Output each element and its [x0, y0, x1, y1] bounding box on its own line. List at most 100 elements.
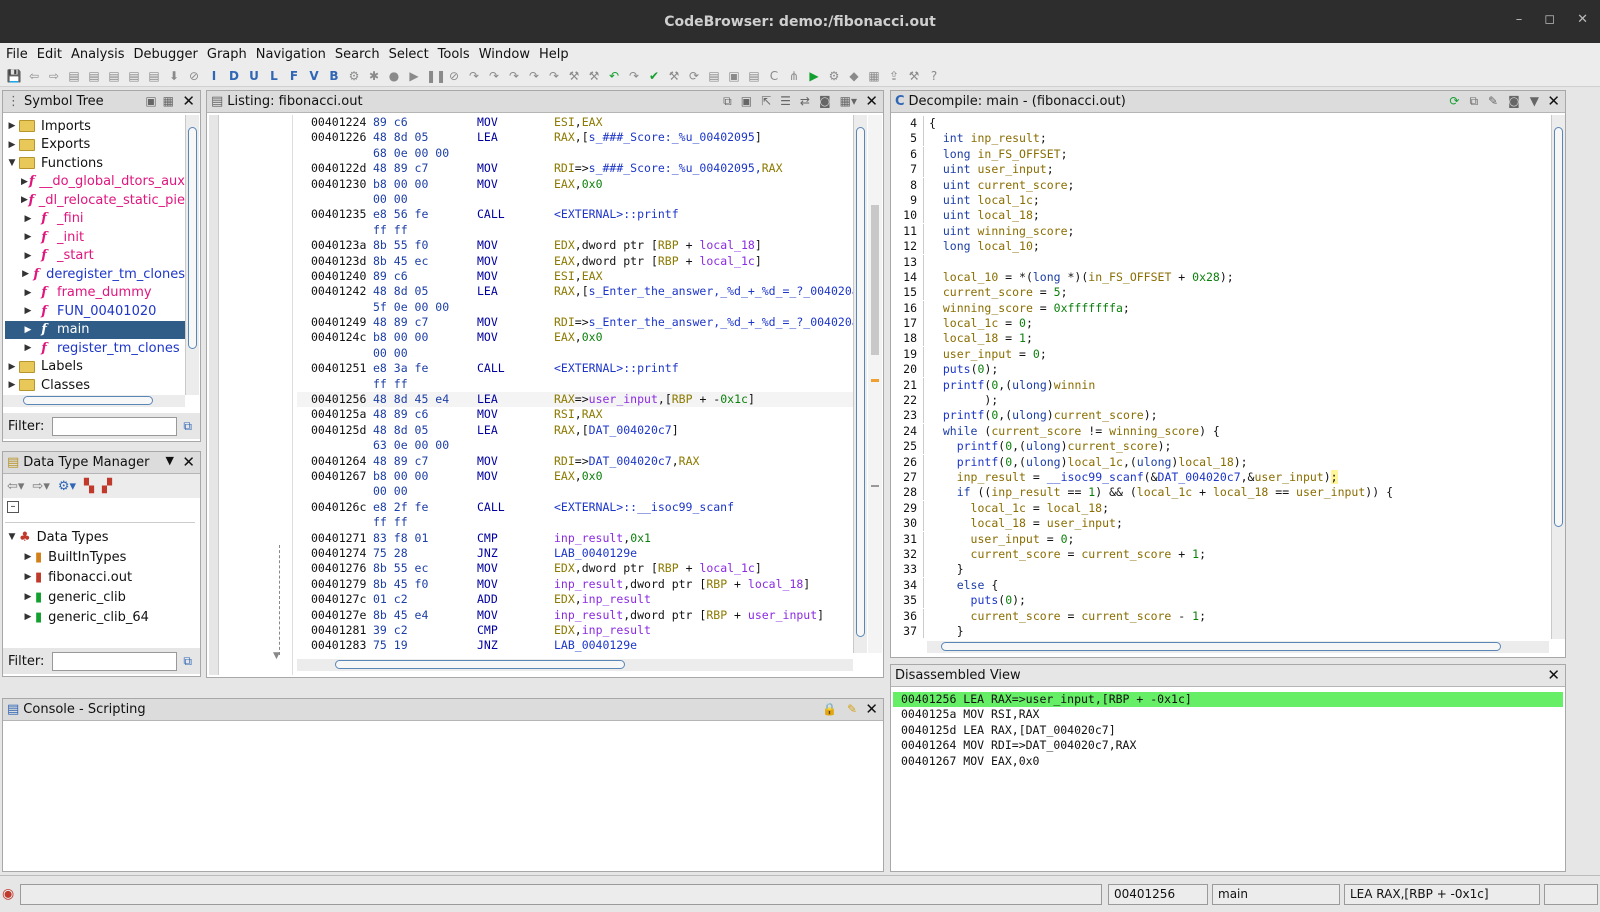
- decompile-line[interactable]: 23 printf(0,(ulong)current_score);: [893, 408, 1550, 424]
- bug-icon[interactable]: ✱: [366, 68, 382, 84]
- close-listing-button[interactable]: ✕: [865, 92, 878, 110]
- tool-icon[interactable]: ⚒: [666, 68, 682, 84]
- listing-line[interactable]: 0040123a 8b 55 f0 MOV EDX,dword ptr [RBP + …: [297, 238, 853, 253]
- menu-select[interactable]: Select: [389, 47, 429, 62]
- dtm-item-generic-clib-64[interactable]: ▶ ▮ generic_clib_64: [5, 607, 195, 627]
- symbol-tree-item-exports[interactable]: ▶ Exports: [5, 136, 185, 155]
- doc-icon[interactable]: ▤: [106, 68, 122, 84]
- close-console-button[interactable]: ✕: [865, 700, 878, 718]
- expand-icon[interactable]: ▶: [21, 251, 35, 261]
- tool-icon[interactable]: ⚒: [906, 68, 922, 84]
- listing-line[interactable]: 68 0e 00 00: [297, 146, 853, 161]
- decompile-line[interactable]: 11 uint winning_score;: [893, 223, 1550, 239]
- tool-icon[interactable]: ⚒: [586, 68, 602, 84]
- expand-icon[interactable]: ▶: [21, 572, 35, 582]
- listing-line[interactable]: 00401256 48 8d 45 e4 LEA RAX=>user_input,[R…: [297, 392, 853, 408]
- undo-icon[interactable]: ↶: [606, 68, 622, 84]
- listing-line[interactable]: 00401276 8b 55 ec MOV EDX,dword ptr [RBP + …: [297, 561, 853, 576]
- decompile-line[interactable]: 36 current_score = current_score - 1;: [893, 608, 1550, 624]
- decompile-line[interactable]: 37 }: [893, 623, 1550, 638]
- diamond-icon[interactable]: ◆: [846, 68, 862, 84]
- step-icon[interactable]: ↷: [546, 68, 562, 84]
- listing-line[interactable]: 00401251 e8 3a fe CALL <EXTERNAL>::printf: [297, 361, 853, 376]
- menu-help[interactable]: Help: [539, 47, 569, 62]
- step-icon[interactable]: ↷: [466, 68, 482, 84]
- decompile-line[interactable]: 4{: [893, 116, 1550, 131]
- decompile-line[interactable]: 12 long local_10;: [893, 239, 1550, 255]
- table-icon[interactable]: ▦: [866, 68, 882, 84]
- decompile-line[interactable]: 20 puts(0);: [893, 362, 1550, 378]
- menu-analysis[interactable]: Analysis: [71, 47, 125, 62]
- overview-bar[interactable]: [868, 115, 882, 653]
- listing-line[interactable]: 5f 0e 00 00: [297, 300, 853, 315]
- dtm-filter-input[interactable]: [52, 651, 178, 671]
- listing-hscroll[interactable]: [297, 659, 853, 671]
- edit-icon[interactable]: ✎: [1488, 94, 1498, 109]
- close-window-button[interactable]: ✕: [1577, 12, 1588, 27]
- doc-icon[interactable]: ▤: [706, 68, 722, 84]
- listing-line[interactable]: ff ff: [297, 377, 853, 392]
- symbol-tree-item-classes[interactable]: ▶ Classes: [5, 376, 185, 393]
- symbol-tree-item--fini[interactable]: ▶ f _fini: [5, 210, 185, 229]
- tool-f-icon[interactable]: F: [286, 68, 302, 84]
- listing-line[interactable]: 00401224 89 c6 MOV ESI,EAX: [297, 115, 853, 130]
- doc-icon[interactable]: ▤: [86, 68, 102, 84]
- symbol-tree-item--start[interactable]: ▶ f _start: [5, 247, 185, 266]
- cursor-icon[interactable]: ⇱: [761, 94, 771, 109]
- expand-icon[interactable]: ▶: [21, 177, 28, 187]
- decompile-line[interactable]: 32 current_score = current_score + 1;: [893, 546, 1550, 562]
- symbol-tree-scrollbar[interactable]: [185, 115, 199, 395]
- decompile-line[interactable]: 29 local_1c = local_18;: [893, 500, 1550, 516]
- dtm-item-builtintypes[interactable]: ▶ ▮ BuiltInTypes: [5, 547, 195, 567]
- filter-options-icon[interactable]: ⧉: [183, 654, 192, 669]
- dtm-item-generic-clib[interactable]: ▶ ▮ generic_clib: [5, 587, 195, 607]
- filter-pointers-icon[interactable]: ▚: [84, 479, 94, 494]
- filter-arrays-icon[interactable]: ▞: [102, 479, 112, 494]
- expand-icon[interactable]: ▶: [21, 288, 35, 298]
- tool-icon[interactable]: ⚒: [566, 68, 582, 84]
- listing-line[interactable]: 00401274 75 28 JNZ LAB_0040129e: [297, 546, 853, 561]
- expand-icon[interactable]: ▶: [21, 306, 35, 316]
- maximize-button[interactable]: ◻: [1544, 12, 1555, 27]
- listing-line[interactable]: 00401271 83 f8 01 CMP inp_result,0x1: [297, 531, 853, 546]
- clear-icon[interactable]: ✎: [847, 702, 857, 716]
- disassembled-line[interactable]: 00401256 LEA RAX=>user_input,[RBP + -0x1…: [893, 692, 1563, 708]
- diff-icon[interactable]: ⇄: [800, 94, 810, 109]
- decompile-line[interactable]: 27 inp_result = __isoc99_scanf(&DAT_0040…: [893, 469, 1550, 485]
- expand-icon[interactable]: ▼: [5, 158, 19, 168]
- expand-icon[interactable]: ▶: [5, 140, 19, 150]
- options-icon[interactable]: ▦▾: [840, 94, 857, 109]
- lock-icon[interactable]: 🔒: [822, 702, 837, 716]
- expand-icon[interactable]: ▶: [21, 232, 35, 242]
- listing-line[interactable]: 00401283 75 19 JNZ LAB_0040129e: [297, 638, 853, 653]
- stop-icon[interactable]: ⊘: [446, 68, 462, 84]
- stop-icon[interactable]: ⊘: [186, 68, 202, 84]
- listing-line[interactable]: 00 00: [297, 192, 853, 207]
- listing-line[interactable]: 0040127e 8b 45 e4 MOV inp_result,dword ptr …: [297, 608, 853, 623]
- code-icon[interactable]: C: [766, 68, 782, 84]
- down-arrow-icon[interactable]: ⬇: [166, 68, 182, 84]
- tool-b-icon[interactable]: B: [326, 68, 342, 84]
- listing-line[interactable]: 00 00: [297, 346, 853, 361]
- decompile-line[interactable]: 31 user_input = 0;: [893, 531, 1550, 547]
- expand-icon[interactable]: ▶: [21, 214, 35, 224]
- dtm-item-data-types[interactable]: ▼ ♣ Data Types: [5, 527, 195, 547]
- listing-line[interactable]: 00401226 48 8d 05 LEA RAX,[s_###_Score:_%u_…: [297, 130, 853, 145]
- symbol-tree-item--do-global-dtors-aux[interactable]: ▶ f __do_global_dtors_aux: [5, 173, 185, 192]
- back-icon[interactable]: ⇦▾: [7, 479, 24, 494]
- decompile-line[interactable]: 17 local_1c = 0;: [893, 316, 1550, 332]
- decompile-line[interactable]: 13: [893, 254, 1550, 270]
- decompile-line[interactable]: 18 local_18 = 1;: [893, 331, 1550, 347]
- close-decompile-button[interactable]: ✕: [1547, 92, 1560, 110]
- paste-icon[interactable]: ▣: [741, 94, 752, 109]
- disassembled-line[interactable]: 0040125d LEA RAX,[DAT_004020c7]: [893, 723, 1563, 738]
- decompile-line[interactable]: 19 user_input = 0;: [893, 346, 1550, 362]
- step-icon[interactable]: ↷: [486, 68, 502, 84]
- doc-icon[interactable]: ▤: [146, 68, 162, 84]
- disassembled-code[interactable]: 00401256 LEA RAX=>user_input,[RBP + -0x1…: [893, 692, 1563, 769]
- expand-icon[interactable]: ▼: [5, 532, 19, 542]
- symbol-tree-item--dl-relocate-static-pie[interactable]: ▶ f _dl_relocate_static_pie: [5, 191, 185, 210]
- console-output[interactable]: [3, 723, 883, 871]
- listing-line[interactable]: 63 0e 00 00: [297, 438, 853, 453]
- expand-icon[interactable]: ▶: [21, 552, 35, 562]
